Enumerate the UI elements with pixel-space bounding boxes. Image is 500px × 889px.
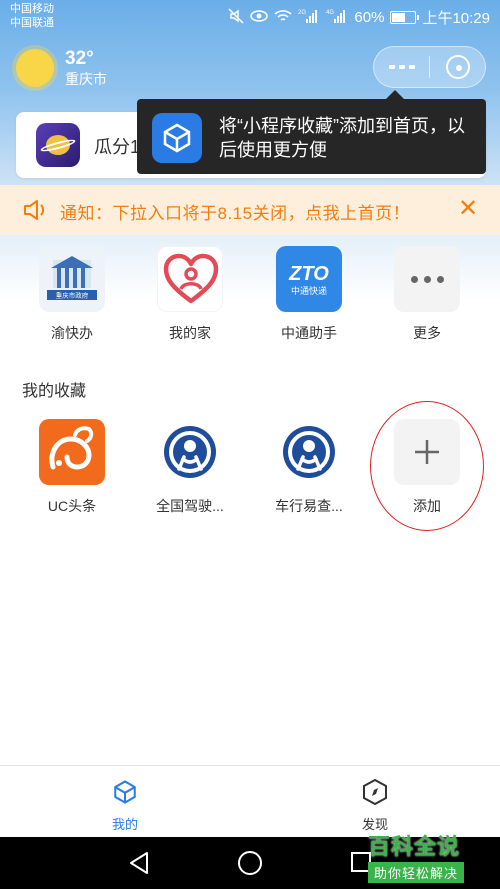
exit-icon [445, 55, 470, 79]
app-label: 全国驾驶... [156, 498, 224, 514]
more-dots-icon [394, 246, 460, 312]
mini-program-capsule [373, 46, 486, 88]
mute-icon [228, 7, 244, 28]
mine-cube-icon [112, 780, 138, 809]
clock: 上午10:29 [422, 10, 490, 27]
signal-2g-icon: 2G [298, 8, 320, 28]
compass-icon [362, 778, 388, 809]
watermark: 百科全说 助你轻松解决 [368, 829, 490, 885]
steering-wheel-icon [157, 419, 223, 485]
app-label: 更多 [413, 325, 441, 341]
uc-squirrel-icon [39, 419, 105, 485]
notice-bar[interactable]: 通知：下拉入口将于8.15关闭，点我上首页！ ✕ [0, 185, 500, 235]
battery-icon [390, 11, 420, 24]
tab-label: 我的 [111, 817, 138, 832]
carrier-2: 中国联通 [10, 17, 54, 29]
more-options-button[interactable] [374, 47, 429, 87]
eye-icon [250, 9, 269, 27]
zto-icon: ZTO 中通快递 [276, 246, 342, 312]
svg-text:ZTO: ZTO [288, 263, 329, 285]
tab-discover[interactable]: 发现 [335, 778, 415, 833]
chongqing-gov-icon: 重庆市政府 [39, 246, 105, 312]
app-label: 车行易查... [275, 498, 343, 514]
highlight-circle [370, 401, 484, 531]
exit-button[interactable] [430, 47, 485, 87]
watermark-subtitle: 助你轻松解决 [368, 862, 465, 883]
svg-text:4G: 4G [326, 10, 334, 16]
app-label: 中通助手 [281, 325, 337, 341]
app-zhongtong[interactable]: ZTO 中通快递 中通助手 [249, 246, 369, 342]
app-yukuaiban[interactable]: 重庆市政府 渝快办 [12, 246, 132, 342]
planet-icon [36, 123, 80, 167]
weather-widget[interactable]: 32° 重庆市 [16, 48, 107, 88]
temperature: 32° [65, 48, 94, 69]
app-wodejia[interactable]: 我的家 [130, 246, 250, 342]
svg-text:重庆市政府: 重庆市政府 [56, 291, 89, 300]
close-notice-button[interactable]: ✕ [458, 194, 478, 223]
wifi-icon [274, 9, 292, 27]
mini-program-cube-icon [152, 113, 202, 163]
fav-chexingyi[interactable]: 车行易查... [249, 419, 369, 515]
app-label: 渝快办 [51, 325, 93, 341]
add-to-home-tooltip[interactable]: 将“小程序收藏”添加到首页，以后使用更方便 [137, 90, 486, 174]
status-bar: 中国移动 中国联通 2G 4G 60% 上午10:29 [0, 0, 500, 34]
tooltip-text: 将“小程序收藏”添加到首页，以后使用更方便 [219, 116, 465, 160]
fav-quanguo-jiashi[interactable]: 全国驾驶... [130, 419, 250, 515]
notice-text: 通知：下拉入口将于8.15关闭，点我上首页！ [60, 204, 411, 223]
fav-uc-toutiao[interactable]: UC头条 [12, 419, 132, 515]
app-label: 我的家 [169, 325, 211, 341]
home-icon[interactable] [238, 851, 262, 875]
svg-text:中通快递: 中通快递 [291, 285, 327, 297]
signal-4g-icon: 4G [326, 8, 348, 28]
battery-fill [392, 13, 405, 22]
carrier-1: 中国移动 [10, 3, 54, 15]
watermark-title: 百科全说 [368, 834, 461, 859]
steering-wheel-icon [276, 419, 342, 485]
back-icon[interactable] [128, 851, 150, 880]
sun-icon [16, 49, 54, 87]
city-name: 重庆市 [65, 71, 107, 87]
bottom-tab-bar: 我的 发现 [0, 765, 500, 837]
battery-percent: 60% [354, 9, 385, 26]
tab-mine[interactable]: 我的 [85, 779, 165, 833]
app-more[interactable]: 更多 [367, 246, 487, 342]
app-label: UC头条 [47, 498, 97, 514]
favorites-title: 我的收藏 [22, 383, 87, 400]
svg-text:2G: 2G [298, 10, 306, 16]
heart-home-icon [157, 246, 223, 312]
speaker-icon [22, 198, 48, 227]
